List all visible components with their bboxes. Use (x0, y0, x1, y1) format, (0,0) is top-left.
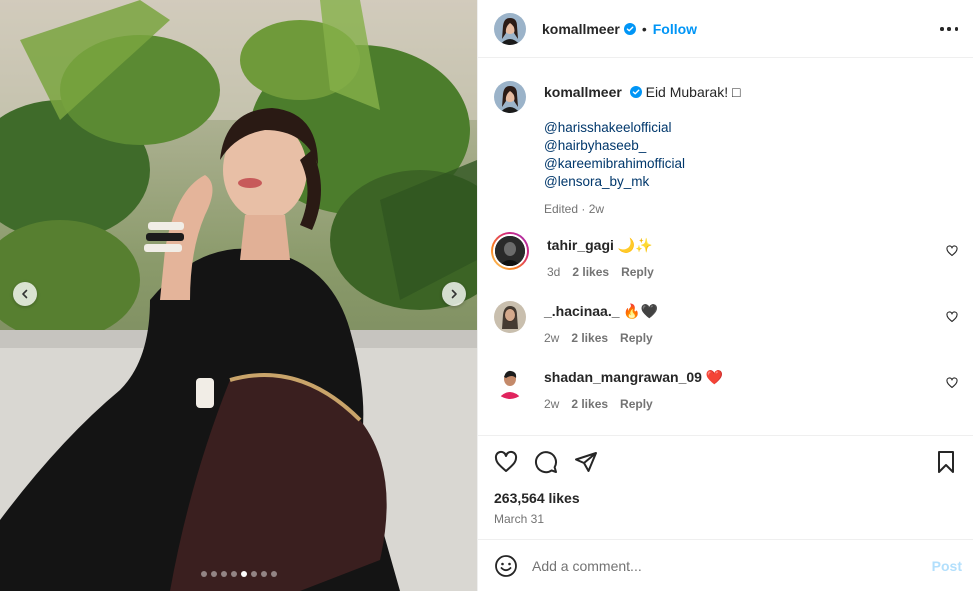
commenter-avatar[interactable] (494, 367, 526, 399)
commenter-avatar[interactable] (494, 301, 526, 333)
mention-link[interactable]: @harisshakeelofficial (544, 119, 740, 137)
comment-age[interactable]: 2w (544, 397, 559, 411)
comment-text: ❤️ (705, 369, 724, 385)
carousel-dot (270, 571, 277, 577)
reply-button[interactable]: Reply (620, 397, 653, 411)
post-header: komallmeer • Follow (478, 0, 973, 58)
like-comment-heart-icon[interactable] (946, 245, 958, 257)
next-slide-button[interactable] (442, 282, 466, 306)
emoji-icon[interactable] (494, 554, 518, 578)
author-avatar[interactable] (494, 12, 526, 45)
share-paper-plane-icon[interactable] (574, 450, 598, 474)
comment-likes[interactable]: 2 likes (571, 331, 608, 345)
caption-text: Eid Mubarak! □ (645, 84, 741, 100)
caption: komallmeer Eid Mubarak! □ @harisshakeelo… (494, 81, 740, 218)
comments-list[interactable]: komallmeer Eid Mubarak! □ @harisshakeelo… (478, 59, 973, 435)
comment-likes[interactable]: 2 likes (571, 397, 608, 411)
more-options-button[interactable] (940, 22, 958, 36)
comment-age[interactable]: 3d (547, 265, 560, 279)
chevron-right-icon (451, 289, 457, 299)
verified-badge-icon (629, 86, 642, 98)
commenter-avatar[interactable] (491, 232, 529, 270)
save-bookmark-icon[interactable] (934, 450, 958, 474)
post-photo (0, 0, 477, 591)
verified-badge-icon (623, 22, 636, 35)
carousel-dot (260, 571, 267, 577)
carousel-dot (200, 571, 207, 577)
comment-text: 🔥🖤 (623, 303, 659, 319)
carousel-dot (240, 571, 247, 577)
carousel-indicator (0, 571, 477, 577)
author-avatar[interactable] (494, 81, 526, 113)
comment-meta: 2w 2 likes Reply (544, 397, 723, 411)
previous-slide-button[interactable] (13, 282, 37, 306)
post-date[interactable]: March 31 (494, 512, 544, 526)
more-dot-icon (947, 27, 951, 31)
carousel-dot (210, 571, 217, 577)
post-comment-button[interactable]: Post (932, 558, 962, 574)
follow-button[interactable]: Follow (653, 21, 697, 37)
carousel-dot (250, 571, 257, 577)
post-media[interactable] (0, 0, 477, 591)
chevron-left-icon (22, 289, 28, 299)
carousel-dot (230, 571, 237, 577)
comment-likes[interactable]: 2 likes (572, 265, 609, 279)
like-comment-heart-icon[interactable] (946, 377, 958, 389)
reply-button[interactable]: Reply (621, 265, 654, 279)
post-actions: 263,564 likes March 31 (478, 435, 973, 539)
add-comment-bar: Post (478, 539, 973, 591)
reply-button[interactable]: Reply (620, 331, 653, 345)
separator-dot: • (641, 20, 647, 37)
edited-label: Edited (544, 202, 579, 216)
comment-bubble-icon[interactable] (534, 450, 558, 474)
comment-item: shadan_mangrawan_09 ❤️ 2w 2 likes Reply (494, 367, 958, 411)
more-dot-icon (954, 27, 958, 31)
comment-item: tahir_gagi 🌙✨ 3d 2 likes Reply (491, 232, 958, 279)
comment-username[interactable]: tahir_gagi (547, 237, 614, 253)
add-comment-input[interactable] (532, 557, 912, 574)
author-username[interactable]: komallmeer (542, 21, 620, 37)
post-details-panel: komallmeer • Follow komallmeer Eid Mubar… (477, 0, 973, 591)
like-comment-heart-icon[interactable] (946, 311, 958, 323)
like-heart-icon[interactable] (494, 450, 518, 474)
carousel-dot (220, 571, 227, 577)
comment-meta: 3d 2 likes Reply (547, 265, 654, 279)
caption-username[interactable]: komallmeer (544, 84, 622, 100)
comment-username[interactable]: shadan_mangrawan_09 (544, 369, 702, 385)
comment-text: 🌙✨ (617, 237, 653, 253)
likes-count[interactable]: 263,564 likes (494, 490, 580, 506)
mention-link[interactable]: @hairbyhaseeb_ (544, 137, 740, 155)
caption-meta: Edited · 2w (544, 202, 605, 216)
caption-age[interactable]: 2w (589, 202, 604, 216)
caption-mentions: @harisshakeelofficial @hairbyhaseeb_ @ka… (544, 119, 740, 191)
comment-item: _.hacinaa._ 🔥🖤 2w 2 likes Reply (494, 301, 958, 345)
comment-meta: 2w 2 likes Reply (544, 331, 658, 345)
more-dot-icon (940, 27, 944, 31)
mention-link[interactable]: @kareemibrahimofficial (544, 155, 740, 173)
comment-age[interactable]: 2w (544, 331, 559, 345)
mention-link[interactable]: @lensora_by_mk (544, 173, 740, 191)
comment-username[interactable]: _.hacinaa._ (544, 303, 620, 319)
